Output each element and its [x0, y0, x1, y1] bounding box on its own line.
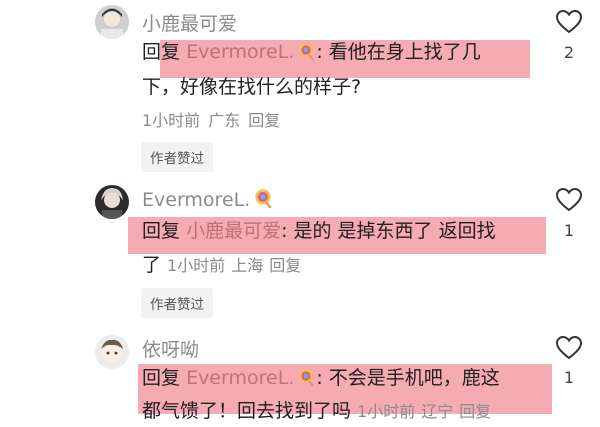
comment-time: 1小时前 — [142, 111, 201, 130]
like-heart-icon[interactable] — [555, 335, 583, 361]
like-count: 1 — [563, 221, 575, 240]
reply-button[interactable]: 回复 — [459, 402, 491, 421]
lollipop-icon — [296, 40, 316, 70]
comment-username[interactable]: 依呀呦 — [142, 335, 199, 362]
comment-text-line: 了 1小时前 上海 回复 — [142, 250, 301, 281]
mention-link[interactable]: EvermoreL. — [186, 41, 316, 63]
like-heart-icon[interactable] — [555, 187, 583, 213]
comment-text: : 是的 是掉东西了 返回找 — [281, 220, 496, 242]
comment-text-line: 回复 EvermoreL.: 不会是手机吧，鹿这 — [142, 363, 500, 396]
like-count: 2 — [563, 43, 575, 62]
reply-prefix: 回复 — [142, 41, 181, 63]
comment-text-line: 回复 EvermoreL.: 看他在身上找了几 — [142, 37, 481, 70]
username-text: 依呀呦 — [142, 339, 200, 361]
username-text: 小鹿最可爱 — [142, 13, 238, 35]
comment-text: : 看他在身上找了几 — [316, 41, 481, 63]
reply-prefix: 回复 — [142, 220, 181, 242]
author-liked-badge: 作者赞过 — [141, 288, 213, 318]
mention-link[interactable]: EvermoreL. — [186, 367, 316, 389]
comment-meta: 1小时前 广东 回复 — [142, 107, 288, 131]
avatar[interactable] — [95, 185, 129, 219]
comment-item: EvermoreL. 回复 小鹿最可爱: 是的 是掉东西了 返回找 了 1小时前上… — [0, 180, 600, 330]
reply-button[interactable]: 回复 — [248, 111, 280, 130]
comment-text: 都气馈了！回去找到了吗 — [142, 400, 352, 422]
username-text: EvermoreL. — [142, 189, 251, 211]
avatar[interactable] — [95, 5, 129, 39]
avatar[interactable] — [95, 335, 129, 369]
comment-time: 1小时前 — [357, 402, 416, 421]
comment-username[interactable]: EvermoreL. — [142, 187, 274, 214]
comment-item: 依呀呦 回复 EvermoreL.: 不会是手机吧，鹿这 都气馈了！回去找到了吗… — [0, 330, 600, 422]
comment-location: 辽宁 — [421, 402, 454, 421]
comment-text-line: 回复 小鹿最可爱: 是的 是掉东西了 返回找 — [142, 216, 496, 246]
comment-item: 小鹿最可爱 回复 EvermoreL.: 看他在身上找了几 下，好像在找什么的样… — [0, 0, 600, 180]
comment-text: 下，好像在找什么的样子? — [142, 76, 362, 98]
comment-location: 上海 — [231, 256, 264, 275]
comment-location: 广东 — [208, 111, 241, 130]
comment-username[interactable]: 小鹿最可爱 — [142, 9, 237, 36]
comment-time: 1小时前 — [167, 256, 226, 275]
reply-button[interactable]: 回复 — [269, 256, 301, 275]
lollipop-icon — [296, 366, 316, 396]
comment-text: 了 — [142, 254, 162, 276]
lollipop-icon — [252, 187, 274, 214]
like-heart-icon[interactable] — [555, 9, 583, 35]
comment-text-line: 都气馈了！回去找到了吗 1小时前 辽宁 回复 — [142, 396, 491, 427]
author-liked-badge: 作者赞过 — [141, 142, 213, 172]
like-count: 1 — [563, 368, 575, 387]
comment-text-line: 下，好像在找什么的样子? — [142, 72, 361, 102]
comment-text: : 不会是手机吧，鹿这 — [316, 367, 500, 389]
reply-prefix: 回复 — [142, 367, 181, 389]
mention-link[interactable]: 小鹿最可爱 — [186, 220, 281, 242]
